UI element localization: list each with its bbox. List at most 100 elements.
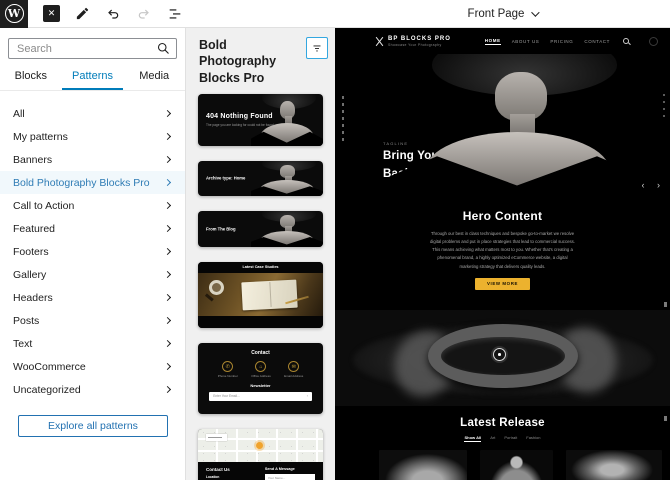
filter-patterns-button[interactable]: [306, 37, 328, 59]
hero-pagination-dots[interactable]: [663, 94, 665, 117]
magnifier-icon: [209, 280, 224, 295]
preview-navbar: BP BLOCKS PRO Showcase Your Photography …: [335, 28, 670, 54]
nav-item-pricing[interactable]: PRICING: [550, 39, 573, 44]
phone-icon: ✆: [222, 361, 233, 372]
site-brand[interactable]: BP BLOCKS PRO Showcase Your Photography: [375, 36, 451, 47]
hero-content-section: Hero Content Through our best in class t…: [335, 194, 670, 310]
chevron-right-icon: [164, 133, 171, 140]
category-my-patterns[interactable]: My patterns: [0, 125, 185, 148]
pattern-card-contact-map[interactable]: Contact Us Location Street Address, City…: [198, 429, 323, 480]
hero-content-body: Through our best in class techniques and…: [428, 230, 578, 271]
chevron-right-icon: [164, 202, 171, 209]
preview-nav-items: HOME ABOUT US PRICING CONTACT: [485, 37, 658, 46]
pattern-card-from-the-blog[interactable]: From The Blog: [198, 211, 323, 247]
hero-woman-with-hat-image: [392, 54, 642, 194]
play-button[interactable]: [493, 348, 506, 361]
chevron-right-icon: [164, 294, 171, 301]
gallery-photo-animal[interactable]: [379, 450, 467, 480]
chevron-right-icon: [164, 179, 171, 186]
contact-us-heading: Contact Us: [206, 467, 241, 472]
search-field-wrap: [8, 38, 177, 59]
tab-patterns[interactable]: Patterns: [62, 61, 124, 90]
category-footers[interactable]: Footers: [0, 240, 185, 263]
latest-release-section: Latest Release Show All Art Portrait Fas…: [335, 406, 670, 480]
case-studies-header: Latest Case Studies: [198, 262, 323, 273]
chevron-right-icon: [164, 248, 171, 255]
patterns-panel-header: Bold Photography Blocks Pro: [186, 28, 335, 94]
pattern-card-list: 404 Nothing Found The page you are looki…: [186, 94, 335, 480]
nav-item-home[interactable]: HOME: [485, 38, 501, 45]
submit-arrow-icon: ›: [307, 394, 308, 398]
filter-show-all[interactable]: Show All: [464, 435, 481, 442]
send-message-title: Send A Message: [265, 467, 315, 471]
chevron-right-icon: [164, 110, 171, 117]
nav-search-icon[interactable]: [623, 38, 629, 44]
nav-item-contact[interactable]: CONTACT: [584, 39, 610, 44]
close-inserter-button[interactable]: ✕: [43, 5, 60, 22]
list-view-icon: [167, 6, 183, 22]
map-label-chip: [206, 434, 227, 441]
view-more-button[interactable]: VIEW MORE: [475, 278, 530, 290]
filter-fashion[interactable]: Fashion: [526, 435, 540, 442]
hero-social-links[interactable]: [342, 96, 344, 141]
undo-button[interactable]: [104, 5, 122, 23]
wordpress-ring: W: [5, 4, 24, 23]
category-uncategorized[interactable]: Uncategorized: [0, 378, 185, 401]
category-call-to-action[interactable]: Call to Action: [0, 194, 185, 217]
redo-icon: [136, 6, 152, 22]
pencil-icon: [75, 6, 90, 21]
chevron-right-icon: [164, 363, 171, 370]
search-input[interactable]: [8, 38, 177, 59]
category-woocommerce[interactable]: WooCommerce: [0, 355, 185, 378]
edge-indicator: [664, 302, 667, 307]
category-posts[interactable]: Posts: [0, 309, 185, 332]
explore-all-patterns-button[interactable]: Explore all patterns: [18, 415, 168, 437]
undo-icon: [105, 6, 121, 22]
newsletter-email-input[interactable]: Enter Your Email... ›: [209, 392, 312, 401]
nav-item-about-us[interactable]: ABOUT US: [512, 39, 540, 44]
contact-us-left: Contact Us Location Street Address, City…: [206, 467, 241, 480]
redo-button-disabled[interactable]: [135, 5, 153, 23]
map-image: [198, 429, 323, 462]
contact-email: ✉ Email Address: [284, 361, 303, 378]
pottery-video-section: [335, 310, 670, 406]
category-all[interactable]: All: [0, 102, 185, 125]
pattern-card-archive[interactable]: Archive type: Home: [198, 161, 323, 196]
gallery-photo-portrait[interactable]: [480, 450, 553, 480]
contact-title: Contact: [198, 350, 323, 356]
contact-address: ⌂ Office Address: [251, 361, 270, 378]
pattern-blog-title: From The Blog: [206, 226, 236, 231]
search-icon: [156, 41, 171, 61]
gallery-photo-dancers[interactable]: [566, 450, 662, 480]
document-title-dropdown[interactable]: Front Page: [335, 0, 670, 28]
edit-mode-pencil-button[interactable]: [73, 5, 91, 23]
tab-media[interactable]: Media: [123, 61, 185, 90]
category-gallery[interactable]: Gallery: [0, 263, 185, 286]
case-studies-image: [198, 273, 323, 316]
category-featured[interactable]: Featured: [0, 217, 185, 240]
pattern-card-404-nothing-found[interactable]: 404 Nothing Found The page you are looki…: [198, 94, 323, 146]
wordpress-block-editor: W ✕ Front Page Blocks Patterns: [0, 0, 670, 480]
category-bold-photography-blocks-pro[interactable]: Bold Photography Blocks Pro: [0, 171, 185, 194]
filter-icon: [311, 42, 323, 54]
pattern-card-latest-case-studies[interactable]: Latest Case Studies: [198, 262, 323, 328]
list-view-button[interactable]: [166, 5, 184, 23]
filter-portrait[interactable]: Portrait: [504, 435, 517, 442]
inserter-sidebar: Blocks Patterns Media All My patterns Ba…: [0, 28, 186, 480]
category-banners[interactable]: Banners: [0, 148, 185, 171]
message-name-input[interactable]: Your Name...: [265, 474, 315, 480]
wordpress-logo-icon[interactable]: W: [0, 0, 28, 28]
contact-phone: ✆ Phone Number: [218, 361, 238, 378]
latest-release-filters: Show All Art Portrait Fashion: [335, 435, 670, 442]
nav-circle-button[interactable]: [649, 37, 658, 46]
editor-topbar: W ✕ Front Page: [0, 0, 670, 28]
category-headers[interactable]: Headers: [0, 286, 185, 309]
chevron-right-icon: [164, 271, 171, 278]
tab-blocks[interactable]: Blocks: [0, 61, 62, 90]
filter-art[interactable]: Art: [490, 435, 495, 442]
slider-next-icon[interactable]: ›: [657, 180, 660, 190]
pattern-card-contact[interactable]: Contact ✆ Phone Number ⌂ Office Address …: [198, 343, 323, 414]
inserter-tabs: Blocks Patterns Media: [0, 61, 185, 91]
category-text[interactable]: Text: [0, 332, 185, 355]
chevron-right-icon: [164, 317, 171, 324]
